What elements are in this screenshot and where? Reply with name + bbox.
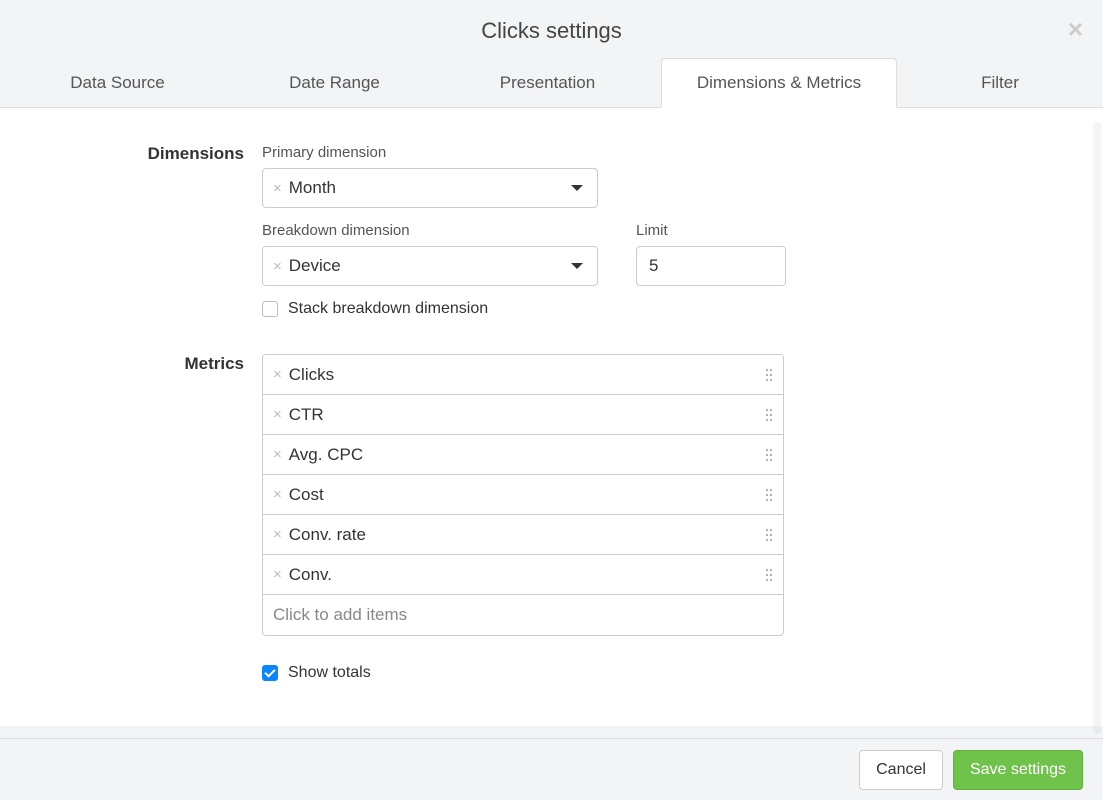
breakdown-dimension-label: Breakdown dimension bbox=[262, 222, 598, 239]
metrics-label: Metrics bbox=[0, 354, 262, 710]
breakdown-dimension-value: Device bbox=[289, 256, 571, 276]
cancel-button[interactable]: Cancel bbox=[859, 750, 943, 790]
remove-icon[interactable]: × bbox=[273, 181, 282, 196]
content-area: Dimensions Primary dimension × Month Bre… bbox=[0, 108, 1103, 726]
metric-name: Cost bbox=[289, 485, 765, 505]
scrollbar[interactable] bbox=[1093, 122, 1101, 734]
remove-icon[interactable]: × bbox=[273, 407, 282, 422]
metric-item[interactable]: × Avg. CPC bbox=[263, 435, 783, 475]
tab-dimensions-metrics[interactable]: Dimensions & Metrics bbox=[661, 58, 897, 108]
remove-icon[interactable]: × bbox=[273, 367, 282, 382]
show-totals-checkbox[interactable] bbox=[262, 665, 278, 681]
metric-name: CTR bbox=[289, 405, 765, 425]
tab-label: Data Source bbox=[70, 73, 165, 92]
remove-icon[interactable]: × bbox=[273, 259, 282, 274]
metrics-section: Metrics × Clicks × CTR × Avg. bbox=[0, 354, 1103, 710]
metric-item[interactable]: × Conv. rate bbox=[263, 515, 783, 555]
metric-item[interactable]: × Conv. bbox=[263, 555, 783, 595]
save-button-label: Save settings bbox=[970, 761, 1066, 778]
drag-handle-icon[interactable] bbox=[765, 528, 773, 542]
tab-label: Presentation bbox=[500, 73, 595, 92]
breakdown-dimension-select[interactable]: × Device bbox=[262, 246, 598, 286]
metrics-list: × Clicks × CTR × Avg. CPC bbox=[262, 354, 784, 636]
tabs: Data Source Date Range Presentation Dime… bbox=[0, 58, 1103, 108]
dimensions-section: Dimensions Primary dimension × Month Bre… bbox=[0, 144, 1103, 346]
modal-header: Clicks settings × bbox=[0, 0, 1103, 58]
remove-icon[interactable]: × bbox=[273, 487, 282, 502]
drag-handle-icon[interactable] bbox=[765, 488, 773, 502]
show-totals-label: Show totals bbox=[288, 664, 371, 682]
primary-dimension-select[interactable]: × Month bbox=[262, 168, 598, 208]
metric-name: Avg. CPC bbox=[289, 445, 765, 465]
modal-title: Clicks settings bbox=[481, 18, 622, 43]
drag-handle-icon[interactable] bbox=[765, 368, 773, 382]
drag-handle-icon[interactable] bbox=[765, 568, 773, 582]
dimensions-label: Dimensions bbox=[0, 144, 262, 346]
tab-label: Filter bbox=[981, 73, 1019, 92]
metric-item[interactable]: × Cost bbox=[263, 475, 783, 515]
limit-label: Limit bbox=[636, 222, 786, 239]
tab-date-range[interactable]: Date Range bbox=[235, 58, 434, 107]
cancel-button-label: Cancel bbox=[876, 761, 926, 778]
primary-dimension-label: Primary dimension bbox=[262, 144, 923, 161]
chevron-down-icon bbox=[571, 263, 583, 269]
add-metric-placeholder: Click to add items bbox=[273, 605, 407, 625]
modal-footer: Cancel Save settings bbox=[0, 738, 1103, 800]
drag-handle-icon[interactable] bbox=[765, 408, 773, 422]
drag-handle-icon[interactable] bbox=[765, 448, 773, 462]
metric-item[interactable]: × CTR bbox=[263, 395, 783, 435]
remove-icon[interactable]: × bbox=[273, 527, 282, 542]
tab-label: Date Range bbox=[289, 73, 380, 92]
tab-filter[interactable]: Filter bbox=[897, 58, 1103, 107]
tab-presentation[interactable]: Presentation bbox=[434, 58, 661, 107]
stack-breakdown-label: Stack breakdown dimension bbox=[288, 300, 488, 318]
tab-data-source[interactable]: Data Source bbox=[0, 58, 235, 107]
metric-item[interactable]: × Clicks bbox=[263, 355, 783, 395]
close-icon[interactable]: × bbox=[1068, 16, 1083, 42]
metric-name: Clicks bbox=[289, 365, 765, 385]
limit-input[interactable] bbox=[636, 246, 786, 286]
chevron-down-icon bbox=[571, 185, 583, 191]
add-metric-input[interactable]: Click to add items bbox=[263, 595, 783, 635]
tab-label: Dimensions & Metrics bbox=[697, 73, 861, 92]
metric-name: Conv. bbox=[289, 565, 765, 585]
remove-icon[interactable]: × bbox=[273, 567, 282, 582]
stack-breakdown-checkbox[interactable] bbox=[262, 301, 278, 317]
save-settings-button[interactable]: Save settings bbox=[953, 750, 1083, 790]
metric-name: Conv. rate bbox=[289, 525, 765, 545]
remove-icon[interactable]: × bbox=[273, 447, 282, 462]
primary-dimension-value: Month bbox=[289, 178, 571, 198]
